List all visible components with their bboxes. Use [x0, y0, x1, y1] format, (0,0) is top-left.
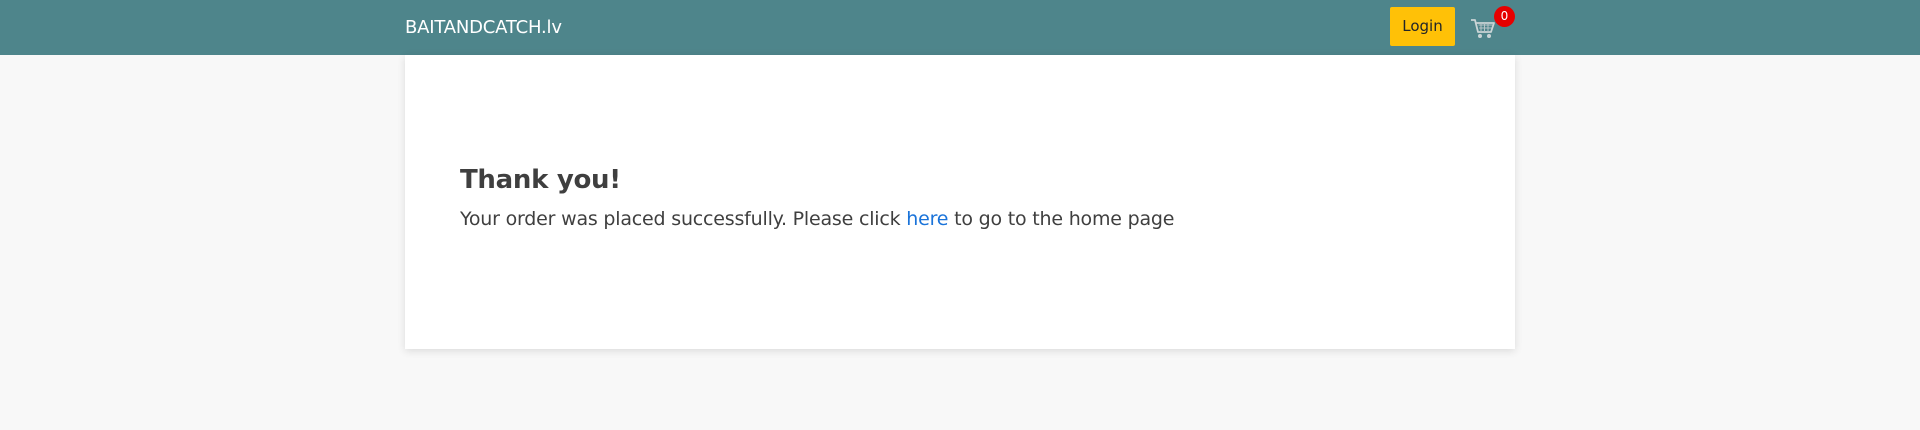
message-text-before: Your order was placed successfully. Plea… — [460, 208, 907, 230]
cart-count-badge: 0 — [1494, 6, 1515, 27]
navbar: BAITANDCATCH.lv Login 0 — [0, 0, 1920, 55]
brand-link[interactable]: BAITANDCATCH.lv — [405, 0, 562, 55]
login-button[interactable]: Login — [1390, 7, 1455, 46]
order-confirmation-card: Thank you! Your order was placed success… — [405, 55, 1515, 349]
page-title: Thank you! — [460, 165, 621, 195]
home-page-link[interactable]: here — [906, 208, 948, 230]
confirmation-message: Your order was placed successfully. Plea… — [460, 208, 1174, 230]
shopping-cart-icon[interactable] — [1469, 14, 1497, 42]
message-text-after: to go to the home page — [948, 208, 1175, 230]
